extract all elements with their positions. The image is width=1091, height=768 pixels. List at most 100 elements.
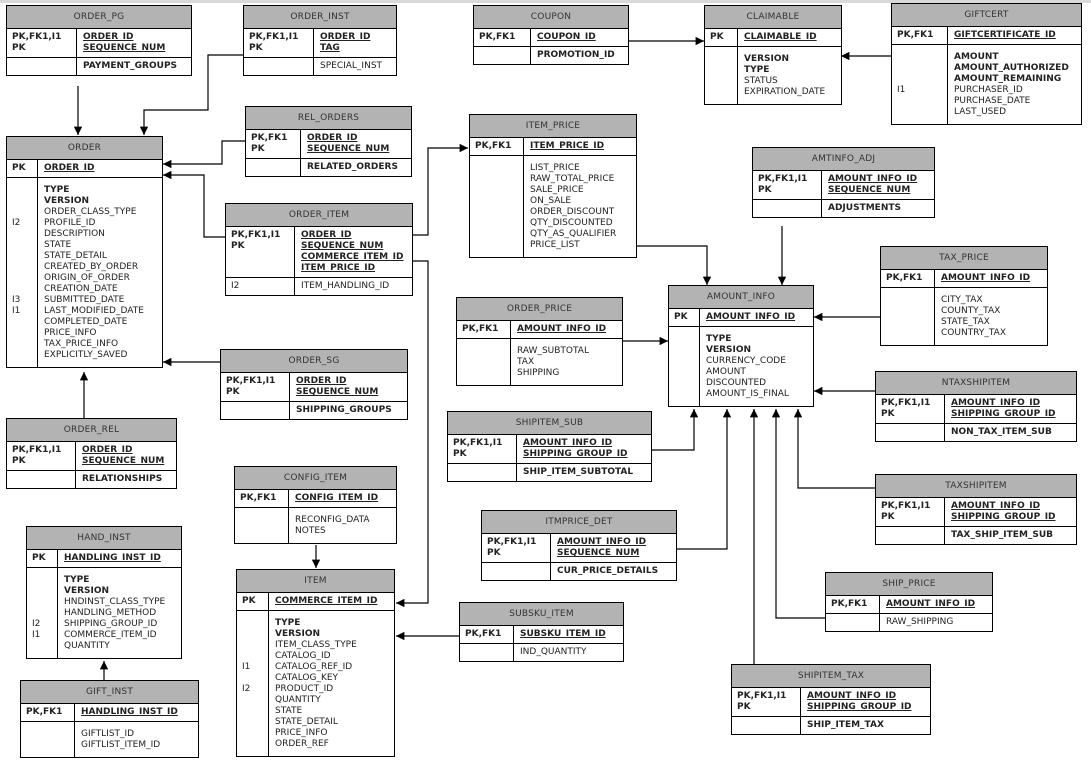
entity-title: ORDER_INST — [244, 6, 396, 29]
entity-order-sg[interactable]: ORDER_SG PK,FK1,I1 PK ORDER_ID SEQUENCE_NUM… — [220, 349, 408, 420]
primary-key-row: PK,FK1 AMOUNT_INFO_ID — [826, 596, 992, 614]
entity-title: ORDER_SG — [221, 350, 407, 373]
entity-claimable[interactable]: CLAIMABLE PK CLAIMABLE_ID VERSION TYPE STATUS… — [704, 5, 842, 105]
entity-shipitem-tax[interactable]: SHIPITEM_TAX PK,FK1,I1 PK AMOUNT_INFO_ID SH… — [731, 664, 931, 735]
rel-shipitem-sub-amount-info — [652, 409, 699, 451]
attribute-field: QTY_AS_QUALIFIER — [530, 229, 617, 239]
attributes-row: SPECIAL_INST — [244, 58, 396, 75]
entity-title: AMTINFO_ADJ — [753, 148, 934, 171]
entity-order-pg[interactable]: ORDER_PG PK,FK1,I1 PK ORDER_ID SEQUENCE_NUM… — [6, 5, 192, 76]
primary-key-fields: AMOUNT_INFO_ID SHIPPING_GROUP_ID — [945, 498, 1076, 526]
entity-gift-inst[interactable]: GIFT_INST PK,FK1 HANDLING_INST_ID GIFTLIST_… — [20, 680, 199, 758]
primary-key-fields: COMMERCE_ITEM_ID — [269, 593, 394, 610]
primary-key-row: PK,FK1,I1 PK AMOUNT_INFO_ID SHIPPING_GROUP… — [876, 395, 1076, 424]
key-labels: PK,FK1 — [21, 704, 75, 721]
pk-field: SHIPPING_GROUP_ID — [951, 512, 1056, 522]
entity-order-rel[interactable]: ORDER_REL PK,FK1,I1 PK ORDER_ID SEQUENCE_NU… — [6, 418, 177, 489]
attribute-field: CREATED_BY_ORDER — [44, 262, 139, 272]
attribute-fields: SPECIAL_INST — [314, 58, 396, 75]
attribute-field: HANDLING_METHOD — [64, 608, 157, 618]
entity-tax-price[interactable]: TAX_PRICE PK,FK1 AMOUNT_INFO_ID CITY_TAX COU… — [880, 246, 1048, 346]
index-labels — [826, 614, 880, 631]
index-labels: I1 I2 — [237, 611, 269, 756]
key-labels: PK,FK1 — [235, 490, 289, 507]
entity-rel-orders[interactable]: REL_ORDERS PK,FK1 PK ORDER_ID SEQUENCE_NUM R… — [245, 106, 412, 177]
entity-order-item[interactable]: ORDER_ITEM PK,FK1,I1 PK ORDER_ID SEQUENCE_N… — [225, 203, 413, 296]
attribute-field: COUNTRY_TAX — [941, 328, 1006, 338]
entity-title: NTAXSHIPITEM — [876, 372, 1076, 395]
index-labels — [244, 58, 314, 75]
primary-key-fields: AMOUNT_INFO_ID SEQUENCE_NUM — [551, 534, 676, 562]
attribute-field: AMOUNT_IS_FINAL — [706, 389, 789, 399]
pk-field: SEQUENCE_NUM — [296, 387, 379, 397]
attributes-row: I1 I2 TYPE VERSION ITEM_CLASS_TYPE CATALOG_I… — [237, 611, 394, 756]
entity-item-price[interactable]: ITEM_PRICE PK,FK1 ITEM_PRICE_ID LIST_PRICE R… — [469, 114, 637, 258]
primary-key-row: PK,FK1 AMOUNT_INFO_ID — [881, 270, 1047, 288]
primary-key-row: PK,FK1 HANDLING_INST_ID — [21, 704, 198, 722]
pk-field: SEQUENCE_NUM — [307, 144, 390, 154]
primary-key-row: PK,FK1 SUBSKU_ITEM_ID — [460, 626, 623, 644]
entity-ship-price[interactable]: SHIP_PRICE PK,FK1 AMOUNT_INFO_ID RAW_SHIPPI… — [825, 572, 993, 632]
attribute-field: PRICE_INFO — [44, 328, 97, 338]
attribute-field: SHIP_ITEM_SUBTOTAL — [523, 467, 634, 477]
attribute-field: HNDINST_CLASS_TYPE — [64, 597, 166, 607]
entity-coupon[interactable]: COUPON PK,FK1 COUPON_ID PROMOTION_ID — [473, 5, 629, 65]
primary-key-fields: ORDER_ID — [38, 160, 162, 177]
entity-hand-inst[interactable]: HAND_INST PK HANDLING_INST_ID I2 I1 TYPE VER… — [26, 526, 182, 659]
pk-field: ORDER_ID — [82, 445, 133, 455]
attribute-field: SUBMITTED_DATE — [44, 295, 125, 305]
attribute-field: GIFTLIST_ID — [81, 729, 135, 739]
primary-key-fields: CLAIMABLE_ID — [738, 29, 841, 46]
attribute-fields: RAW_SHIPPING — [880, 614, 992, 631]
attribute-fields: SHIP_ITEM_SUBTOTAL — [517, 464, 651, 481]
key-labels: PK,FK1 — [881, 270, 935, 287]
entity-subsku-item[interactable]: SUBSKU_ITEM PK,FK1 SUBSKU_ITEM_ID IND_QUANT… — [459, 602, 624, 662]
rel-order-item-item-price — [413, 143, 468, 236]
attributes-row: RAW_SUBTOTAL TAX SHIPPING — [457, 339, 622, 385]
index-labels — [753, 200, 822, 217]
entity-order-inst[interactable]: ORDER_INST PK,FK1,I1 PK ORDER_ID TAG SPECIAL… — [243, 5, 397, 76]
index-labels — [460, 644, 514, 661]
key-labels: PK,FK1,I1 PK — [732, 688, 801, 716]
entity-amtinfo-adj[interactable]: AMTINFO_ADJ PK,FK1,I1 PK AMOUNT_INFO_ID SEQ… — [752, 147, 935, 218]
primary-key-fields: AMOUNT_INFO_ID SHIPPING_GROUP_ID — [801, 688, 930, 716]
attribute-fields: PAYMENT_GROUPS — [77, 58, 191, 75]
entity-title: ORDER — [7, 137, 162, 160]
attribute-fields: TAX_SHIP_ITEM_SUB — [945, 527, 1076, 544]
attribute-field: STATE — [275, 706, 303, 716]
entity-order-price[interactable]: ORDER_PRICE PK,FK1 AMOUNT_INFO_ID RAW_SUBTO… — [456, 297, 623, 386]
entity-config-item[interactable]: CONFIG_ITEM PK,FK1 CONFIG_ITEM_ID RECONFIG_… — [234, 466, 397, 544]
entity-shipitem-sub[interactable]: SHIPITEM_SUB PK,FK1,I1 PK AMOUNT_INFO_ID SH… — [447, 411, 652, 482]
entity-amount-info[interactable]: AMOUNT_INFO PK AMOUNT_INFO_ID TYPE VERSION CU… — [668, 285, 814, 407]
attributes-row: TYPE VERSION CURRENCY_CODE AMOUNT DISCOUNTED… — [669, 327, 813, 406]
entity-giftcert[interactable]: GIFTCERT PK,FK1 GIFTCERTIFICATE_ID I1 AMOUN… — [891, 3, 1082, 125]
attribute-field: ORDER_DISCOUNT — [530, 207, 615, 217]
primary-key-row: PK,FK1,I1 PK AMOUNT_INFO_ID SHIPPING_GROUP… — [448, 435, 651, 464]
entity-title: TAX_PRICE — [881, 247, 1047, 270]
pk-field: ORDER_ID — [83, 32, 134, 42]
attribute-field: COMMERCE_ITEM_ID — [64, 630, 157, 640]
attribute-field: AMOUNT_REMAINING — [954, 74, 1062, 84]
entity-title: SHIPITEM_TAX — [732, 665, 930, 688]
attribute-fields: NON_TAX_ITEM_SUB — [945, 424, 1076, 441]
entity-order[interactable]: ORDER PK ORDER_ID I2 I3 I1 TYPE VERSION ORDER… — [6, 136, 163, 368]
entity-item[interactable]: ITEM PK COMMERCE_ITEM_ID I1 I2 TYPE VERSION I… — [236, 569, 395, 757]
attribute-field: STATUS — [744, 76, 778, 86]
entity-itmprice-det[interactable]: ITMPRICE_DET PK,FK1,I1 PK AMOUNT_INFO_ID SE… — [481, 510, 677, 581]
key-labels: PK,FK1,I1 PK — [7, 29, 77, 57]
entity-taxshipitem[interactable]: TAXSHIPITEM PK,FK1,I1 PK AMOUNT_INFO_ID SHI… — [875, 474, 1077, 545]
pk-field: ORDER_ID — [320, 32, 371, 42]
pk-field: AMOUNT_INFO_ID — [706, 312, 796, 322]
entity-ntaxshipitem[interactable]: NTAXSHIPITEM PK,FK1,I1 PK AMOUNT_INFO_ID SH… — [875, 371, 1077, 442]
attribute-fields: CUR_PRICE_DETAILS — [551, 563, 676, 580]
attributes-row: I2 I1 TYPE VERSION HNDINST_CLASS_TYPE HANDLI… — [27, 568, 181, 658]
entity-title: TAXSHIPITEM — [876, 475, 1076, 498]
attribute-fields: TYPE VERSION ITEM_CLASS_TYPE CATALOG_ID CATA… — [269, 611, 394, 756]
entity-title: AMOUNT_INFO — [669, 286, 813, 309]
attributes-row: I1 AMOUNT AMOUNT_AUTHORIZED AMOUNT_REMAININ… — [892, 45, 1081, 124]
attribute-field: LAST_MODIFIED_DATE — [44, 306, 144, 316]
pk-field: COMMERCE_ITEM_ID — [301, 252, 404, 262]
attribute-field: TAX_SHIP_ITEM_SUB — [951, 530, 1054, 540]
attribute-field: RAW_SUBTOTAL — [517, 346, 589, 356]
primary-key-row: PK,FK1 GIFTCERTIFICATE_ID — [892, 27, 1081, 45]
